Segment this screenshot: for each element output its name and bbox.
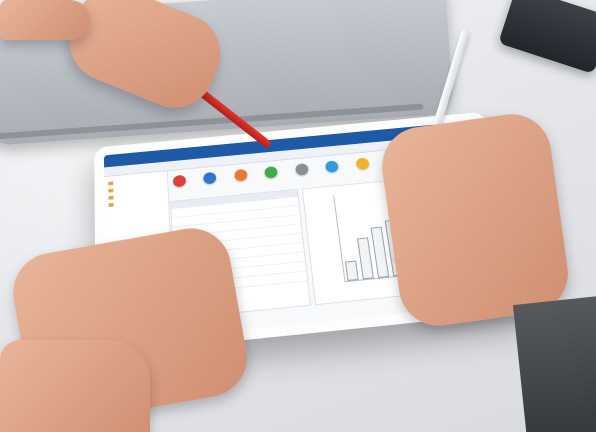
breadcrumb (108, 168, 120, 169)
status-tile-icon[interactable] (203, 171, 217, 185)
sidebar-item[interactable] (108, 181, 115, 186)
wrist-bottom-left (0, 340, 150, 432)
status-tile-icon[interactable] (294, 163, 309, 176)
shirt-sleeve (512, 295, 596, 432)
chart-bar[interactable] (344, 260, 359, 281)
sidebar-item[interactable] (108, 202, 116, 208)
status-tile-icon[interactable] (264, 166, 279, 179)
chart-bar[interactable] (356, 237, 374, 280)
sidebar-item[interactable] (108, 195, 115, 200)
hand-right (376, 109, 574, 331)
folder-icon (108, 195, 114, 200)
folder-icon (108, 181, 114, 186)
folder-icon (108, 202, 114, 208)
status-tile-icon[interactable] (355, 157, 370, 170)
wrist-top-left (0, 0, 90, 40)
status-tile-icon[interactable] (172, 174, 187, 188)
status-tile-icon[interactable] (325, 160, 340, 173)
folder-icon (108, 188, 114, 193)
status-tile-icon[interactable] (233, 168, 248, 182)
photo-scene (0, 0, 596, 432)
sidebar-item[interactable] (108, 188, 115, 193)
app-menu (108, 156, 125, 158)
